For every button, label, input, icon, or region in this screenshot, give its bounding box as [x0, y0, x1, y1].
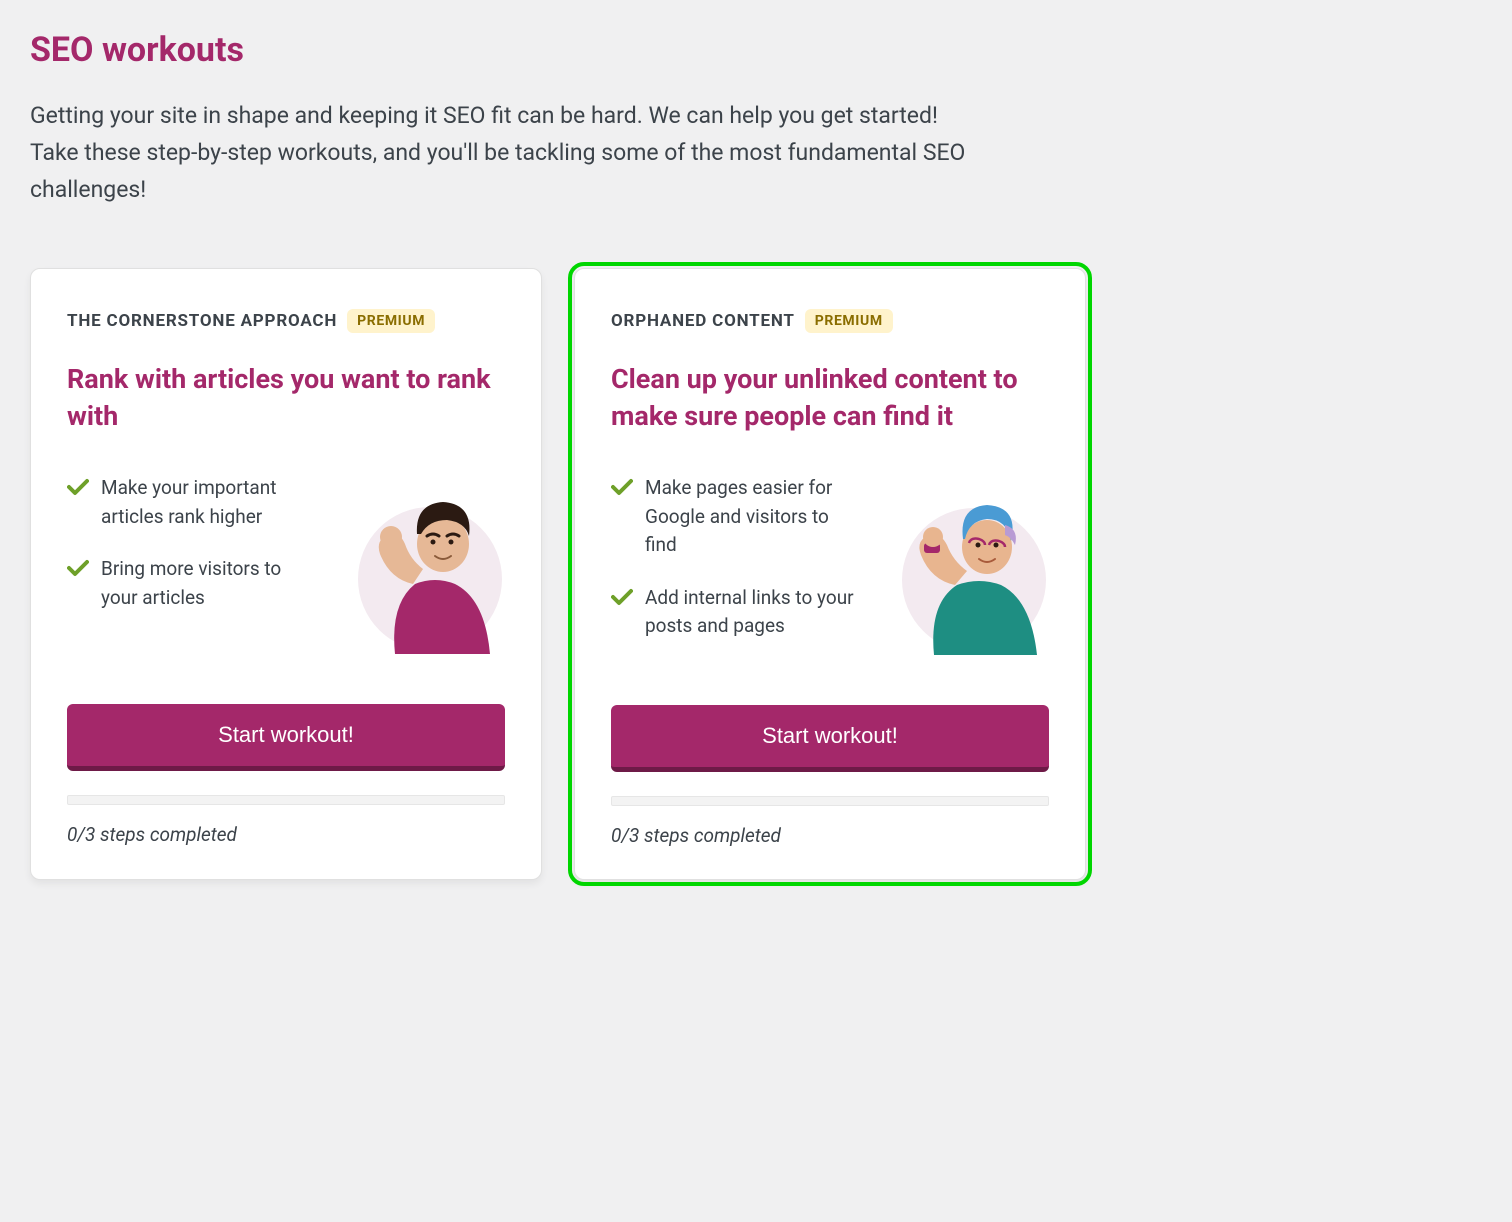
cornerstone-card: THE CORNERSTONE APPROACH PREMIUM Rank wi… [30, 268, 542, 879]
benefit-text: Bring more visitors to your articles [101, 555, 319, 612]
progress-bar [611, 796, 1049, 806]
list-item: Add internal links to your posts and pag… [611, 584, 863, 641]
check-icon [611, 588, 633, 610]
card-body: Make pages easier for Google and visitor… [611, 474, 1049, 665]
card-label: THE CORNERSTONE APPROACH [67, 311, 337, 331]
premium-badge: PREMIUM [347, 309, 435, 333]
page-title: SEO workouts [30, 30, 1482, 70]
page-intro: Getting your site in shape and keeping i… [30, 98, 990, 208]
card-label: ORPHANED CONTENT [611, 311, 795, 331]
card-header: THE CORNERSTONE APPROACH PREMIUM [67, 309, 505, 333]
start-workout-button[interactable]: Start workout! [67, 704, 505, 771]
progress-bar [67, 795, 505, 805]
benefit-text: Make your important articles rank higher [101, 474, 319, 531]
benefit-text: Add internal links to your posts and pag… [645, 584, 863, 641]
list-item: Make pages easier for Google and visitor… [611, 474, 863, 560]
progress-text: 0/3 steps completed [611, 824, 1049, 847]
orphaned-content-card: ORPHANED CONTENT PREMIUM Clean up your u… [574, 268, 1086, 879]
card-title: Clean up your unlinked content to make s… [611, 361, 1049, 434]
card-body: Make your important articles rank higher… [67, 474, 505, 664]
list-item: Make your important articles rank higher [67, 474, 319, 531]
check-icon [67, 478, 89, 500]
benefits-list: Make your important articles rank higher… [67, 474, 319, 664]
check-icon [611, 478, 633, 500]
card-title: Rank with articles you want to rank with [67, 361, 505, 434]
check-icon [67, 559, 89, 581]
start-workout-button[interactable]: Start workout! [611, 705, 1049, 772]
progress-text: 0/3 steps completed [67, 823, 505, 846]
card-header: ORPHANED CONTENT PREMIUM [611, 309, 1049, 333]
benefit-text: Make pages easier for Google and visitor… [645, 474, 863, 560]
person-flex-male-icon [335, 484, 505, 654]
premium-badge: PREMIUM [805, 309, 893, 333]
person-flex-female-icon [879, 485, 1049, 655]
workout-cards: THE CORNERSTONE APPROACH PREMIUM Rank wi… [30, 268, 1482, 879]
list-item: Bring more visitors to your articles [67, 555, 319, 612]
benefits-list: Make pages easier for Google and visitor… [611, 474, 863, 665]
